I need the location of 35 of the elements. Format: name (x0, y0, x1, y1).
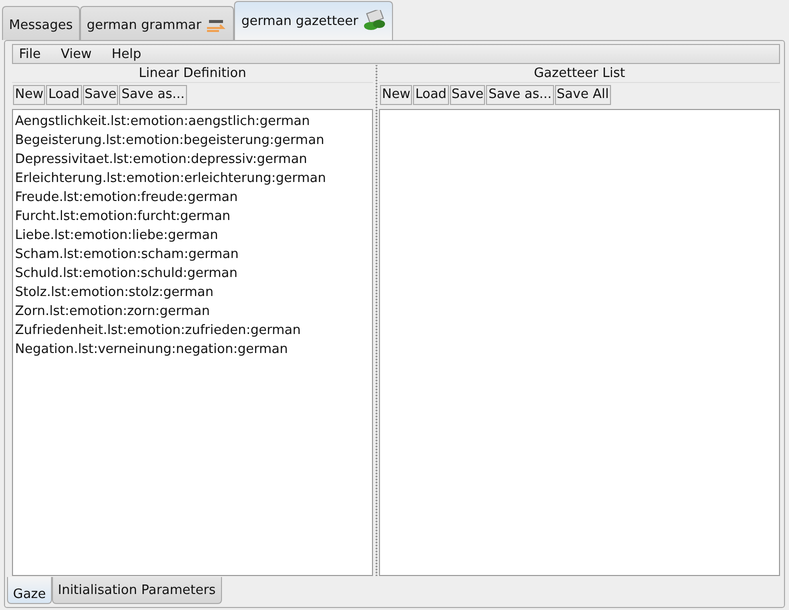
panel-title: Linear Definition (12, 65, 373, 83)
list-item[interactable]: Erleichterung.lst:emotion:erleichterung:german (15, 169, 370, 188)
list-item[interactable]: Furcht.lst:emotion:furcht:german (15, 207, 370, 226)
toolbar-button[interactable]: Load (413, 85, 449, 105)
tab[interactable]: Initialisation Parameters (52, 577, 222, 604)
toolbar-button[interactable]: Save as... (486, 85, 554, 105)
list-item[interactable]: Zufriedenheit.lst:emotion:zufrieden:german (15, 321, 370, 340)
list-item[interactable]: Begeisterung.lst:emotion:begeisterung:german (15, 131, 370, 150)
toolbar-button[interactable]: Save (450, 85, 486, 105)
toolbar-button[interactable]: New (13, 85, 46, 105)
gazetteer-icon (362, 10, 386, 32)
menu-item[interactable]: View (60, 46, 92, 62)
toolbar-button[interactable]: Save All (554, 85, 611, 105)
tab[interactable]: german gazetteer (234, 1, 394, 40)
toolbar-button[interactable]: Save as... (119, 85, 187, 105)
toolbar-button[interactable]: Save (82, 85, 118, 105)
toolbar-button[interactable]: New (380, 85, 412, 105)
list-item[interactable]: Depressivitaet.lst:emotion:depressiv:german (15, 150, 370, 169)
toolbar-button[interactable]: Load (46, 85, 82, 105)
tab[interactable]: Gaze (7, 577, 52, 604)
split-handle[interactable] (373, 65, 379, 576)
list-item[interactable]: Liebe.lst:emotion:liebe:german (15, 226, 370, 245)
menu-item[interactable]: Help (112, 46, 142, 62)
list-item[interactable]: Aengstlichkeit.lst:emotion:aengstlich:german (15, 112, 370, 131)
grammar-rule-icon (205, 18, 228, 32)
menu-item[interactable]: File (19, 46, 41, 62)
list-item[interactable]: Freude.lst:emotion:freude:german (15, 188, 370, 207)
list-item[interactable]: Negation.lst:verneinung:negation:german (15, 340, 370, 359)
list-item[interactable]: Schuld.lst:emotion:schuld:german (15, 264, 370, 283)
panel-title: Gazetteer List (379, 65, 780, 83)
list-item[interactable]: Scham.lst:emotion:scham:german (15, 245, 370, 264)
tab[interactable]: Messages (2, 6, 80, 40)
tab[interactable]: german grammar (80, 6, 234, 40)
list-item[interactable]: Stolz.lst:emotion:stolz:german (15, 283, 370, 302)
list-item[interactable]: Zorn.lst:emotion:zorn:german (15, 302, 370, 321)
